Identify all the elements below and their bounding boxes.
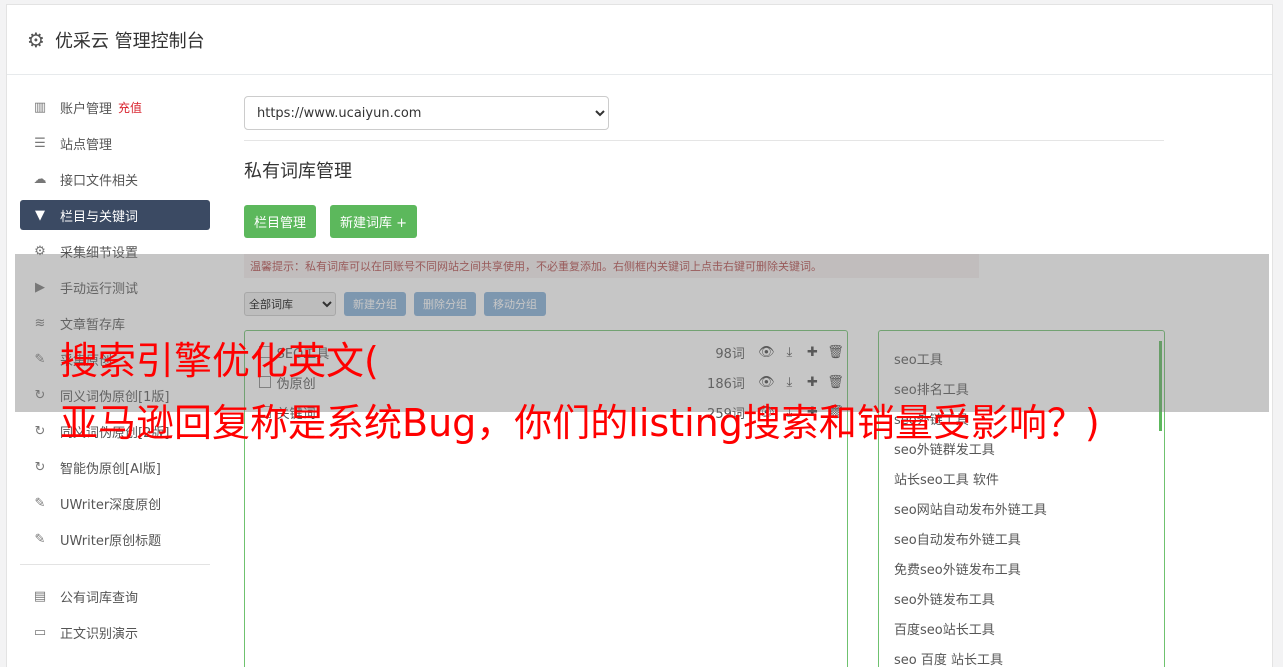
sidebar-item-account[interactable]: ▥ 账户管理 充值 — [20, 92, 210, 122]
keyword-item[interactable]: 站长seo工具 软件 — [879, 463, 1164, 493]
sidebar-item-uwriter-title[interactable]: ✎ UWriter原创标题 — [20, 524, 210, 554]
keyword-item[interactable]: 百度seo站长工具 — [879, 613, 1164, 643]
sidebar-item-label: 站点管理 — [60, 137, 113, 153]
edit-icon: ✎ — [34, 531, 46, 547]
overlay-title-line2: 亚马逊回复称是系统Bug，你们的listing搜索和销量受影响？) — [60, 401, 1100, 445]
keyword-item[interactable]: seo自动发布外链工具 — [879, 523, 1164, 553]
keyword-item[interactable]: seo网站自动发布外链工具 — [879, 493, 1164, 523]
edit-icon: ✎ — [34, 495, 46, 511]
overlay-title-line1: 搜索引擎优化英文( — [60, 339, 379, 383]
sidebar-item-sites[interactable]: ☰ 站点管理 — [20, 128, 210, 158]
action-buttons: 栏目管理 新建词库 + — [244, 205, 1164, 238]
page-header: ⚙ 优采云 管理控制台 — [7, 5, 1272, 75]
sidebar-item-columns-keywords[interactable]: ▼ 栏目与关键词 — [20, 200, 210, 230]
sidebar-item-label: 正文识别演示 — [60, 626, 139, 642]
section-title: 私有词库管理 — [244, 161, 352, 182]
sidebar-divider — [20, 564, 210, 565]
cloud-upload-icon: ☁ — [33, 171, 47, 187]
gear-icon: ⚙ — [27, 27, 45, 52]
sidebar-item-label: UWriter原创标题 — [60, 533, 162, 549]
sidebar-item-uwriter-deep[interactable]: ✎ UWriter深度原创 — [20, 488, 210, 518]
server-icon: ☰ — [34, 135, 46, 151]
keyword-item[interactable]: seo外链发布工具 — [879, 583, 1164, 613]
sidebar-item-label: 账户管理 — [60, 101, 113, 117]
sidebar-item-label: UWriter深度原创 — [60, 497, 162, 513]
sidebar-item-label: 栏目与关键词 — [60, 209, 139, 225]
sidebar-item-label: 接口文件相关 — [60, 173, 139, 189]
refresh-icon: ↻ — [34, 423, 46, 439]
sidebar-item-label: 智能伪原创[AI版] — [60, 461, 161, 477]
sidebar-item-label: 公有词库查询 — [60, 590, 139, 606]
bar-chart-icon: ▥ — [33, 99, 47, 115]
page-title: 优采云 管理控制台 — [54, 30, 205, 52]
sidebar-item-interface[interactable]: ☁ 接口文件相关 — [20, 164, 210, 194]
column-manage-button[interactable]: 栏目管理 — [244, 205, 317, 238]
keyword-item[interactable]: seo 百度 站长工具 — [879, 643, 1164, 667]
keyword-item[interactable]: 免费seo外链发布工具 — [879, 553, 1164, 583]
sidebar-item-public-lib[interactable]: ▤ 公有词库查询 — [20, 581, 210, 611]
site-select[interactable]: https://www.ucaiyun.com — [244, 96, 609, 130]
sidebar-item-ai-rewrite[interactable]: ↻ 智能伪原创[AI版] — [20, 452, 210, 482]
refresh-icon: ↻ — [34, 459, 46, 475]
filter-icon: ▼ — [35, 207, 45, 223]
recharge-link[interactable]: 充值 — [118, 99, 142, 116]
sidebar-item-text-recognition[interactable]: ▭ 正文识别演示 — [20, 617, 210, 647]
book-icon: ▤ — [33, 588, 47, 604]
divider — [244, 140, 1164, 141]
new-library-button[interactable]: 新建词库 + — [330, 205, 418, 238]
overlay-band — [15, 254, 1269, 412]
monitor-icon: ▭ — [33, 624, 47, 640]
